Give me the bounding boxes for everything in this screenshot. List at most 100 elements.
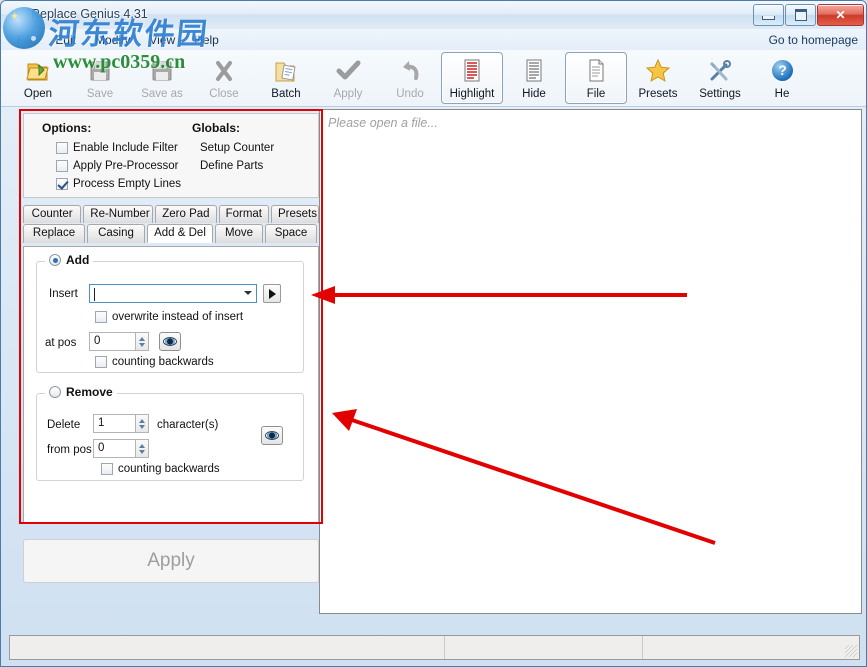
add-group-title[interactable]: Add [45, 253, 94, 267]
toolbar-batch-label: Batch [271, 88, 301, 100]
preview-placeholder: Please open a file... [328, 116, 438, 130]
delete-count-spinner[interactable]: 1 [93, 414, 149, 433]
checkbox-enable-include-filter[interactable]: Enable Include Filter [56, 142, 178, 154]
toolbar-undo-button[interactable]: Undo [379, 52, 441, 104]
status-bar [9, 635, 860, 660]
toolbar-save-as-label: Save as [141, 88, 183, 100]
play-arrow-icon [268, 288, 276, 299]
tab-add-and-del[interactable]: Add & Del [147, 224, 213, 243]
checkbox-overwrite-instead-of-insert[interactable]: overwrite instead of insert [95, 311, 243, 323]
toolbar-close-label: Close [209, 88, 239, 100]
tab-strip: Counter Re-Number Zero Pad Format Preset… [23, 205, 319, 244]
tab-space[interactable]: Space [265, 224, 317, 243]
toolbar-file-button[interactable]: File [565, 52, 627, 104]
from-pos-spinner[interactable]: 0 [93, 439, 149, 458]
at-pos-spinner[interactable]: 0 [89, 332, 149, 351]
tab-move[interactable]: Move [215, 224, 263, 243]
checkbox-box [56, 142, 68, 154]
from-pos-label: from pos [47, 444, 92, 456]
insert-apply-button[interactable] [263, 284, 281, 303]
tab-replace[interactable]: Replace [23, 224, 85, 243]
checkbox-label: Enable Include Filter [73, 142, 178, 154]
checkbox-add-counting-backwards[interactable]: counting backwards [95, 356, 214, 368]
minimize-button[interactable] [753, 4, 784, 26]
toolbar-apply-button[interactable]: Apply [317, 52, 379, 104]
spinner-arrows[interactable] [135, 332, 149, 351]
star-icon [644, 57, 672, 85]
resize-grip-icon[interactable] [845, 645, 857, 657]
minimize-icon [762, 15, 775, 20]
spinner-up-icon[interactable] [139, 418, 145, 423]
toolbar-settings-button[interactable]: Settings [689, 52, 751, 104]
checkbox-label: Apply Pre-Processor [73, 160, 179, 172]
toolbar-help-button[interactable]: ? He [751, 52, 813, 104]
window-controls: ✕ [753, 4, 864, 26]
spinner-up-icon[interactable] [139, 336, 145, 341]
check-icon [334, 57, 362, 85]
checkbox-apply-pre-processor[interactable]: Apply Pre-Processor [56, 160, 178, 172]
close-icon: ✕ [835, 8, 846, 22]
checkbox-remove-counting-backwards[interactable]: counting backwards [101, 463, 220, 475]
add-groupbox: Add Insert overwrite instead of insert a… [36, 253, 304, 373]
toolbar-open-label: Open [23, 88, 53, 100]
toolbar-close-button[interactable]: Close [193, 52, 255, 104]
checkbox-process-empty-lines[interactable]: Process Empty Lines [56, 178, 181, 190]
remove-preview-eye-button[interactable] [261, 426, 283, 445]
chevron-down-icon [244, 291, 252, 295]
globals-define-parts-link[interactable]: Define Parts [200, 160, 263, 172]
remove-group-label: Remove [66, 385, 113, 399]
toolbar-highlight-button[interactable]: Highlight [441, 52, 503, 104]
help-circle-icon: ? [768, 57, 796, 85]
toolbar-batch-button[interactable]: Batch [255, 52, 317, 104]
toolbar-hide-button[interactable]: Hide [503, 52, 565, 104]
add-preview-eye-button[interactable] [159, 332, 181, 351]
apply-button[interactable]: Apply [23, 539, 319, 583]
watermark-dot [31, 36, 36, 41]
remove-group-title[interactable]: Remove [45, 385, 117, 399]
highlight-doc-icon [458, 57, 486, 85]
apply-button-label: Apply [147, 550, 195, 571]
tab-format[interactable]: Format [218, 205, 269, 223]
checkbox-box [56, 178, 68, 190]
eye-icon [163, 337, 177, 346]
close-button[interactable]: ✕ [817, 4, 864, 26]
preview-pane[interactable]: Please open a file... [319, 109, 862, 614]
watermark-url-text: www.pc0359.cn [53, 51, 186, 73]
toolbar-apply-label: Apply [333, 88, 363, 100]
globals-setup-counter-link[interactable]: Setup Counter [200, 142, 274, 154]
spinner-down-icon[interactable] [139, 449, 145, 454]
spinner-up-icon[interactable] [139, 443, 145, 448]
toolbar-help-label: He [774, 88, 790, 100]
tab-presets[interactable]: Presets [271, 205, 319, 223]
maximize-icon [794, 9, 807, 21]
globals-title: Globals: [192, 121, 241, 135]
tab-re-number[interactable]: Re-Number [83, 205, 154, 223]
add-group-label: Add [66, 253, 90, 267]
from-pos-value[interactable]: 0 [93, 439, 135, 458]
spinner-down-icon[interactable] [139, 424, 145, 429]
remove-radio[interactable] [49, 386, 61, 398]
tab-counter[interactable]: Counter [23, 205, 82, 223]
spinner-arrows[interactable] [135, 414, 149, 433]
tab-casing[interactable]: Casing [87, 224, 145, 243]
toolbar-presets-label: Presets [638, 88, 678, 100]
maximize-button[interactable] [785, 4, 816, 26]
tab-page-add-and-del: Add Insert overwrite instead of insert a… [23, 246, 319, 523]
at-pos-value[interactable]: 0 [89, 332, 135, 351]
remove-groupbox: Remove Delete 1 character(s) from pos 0 [36, 385, 304, 481]
tools-icon [706, 57, 734, 85]
delete-count-value[interactable]: 1 [93, 414, 135, 433]
spinner-down-icon[interactable] [139, 342, 145, 347]
insert-combobox[interactable] [89, 284, 257, 303]
toolbar-presets-button[interactable]: Presets [627, 52, 689, 104]
delete-label: Delete [47, 419, 81, 431]
insert-label: Insert [49, 288, 78, 300]
add-radio[interactable] [49, 254, 61, 266]
tab-zero-pad[interactable]: Zero Pad [155, 205, 217, 223]
go-to-homepage-link[interactable]: Go to homepage [769, 33, 858, 47]
spinner-arrows[interactable] [135, 439, 149, 458]
close-x-icon [210, 57, 238, 85]
options-title: Options: [42, 121, 92, 135]
options-groupbox: Options: Globals: Enable Include Filter … [23, 113, 319, 198]
toolbar-save-label: Save [86, 88, 114, 100]
